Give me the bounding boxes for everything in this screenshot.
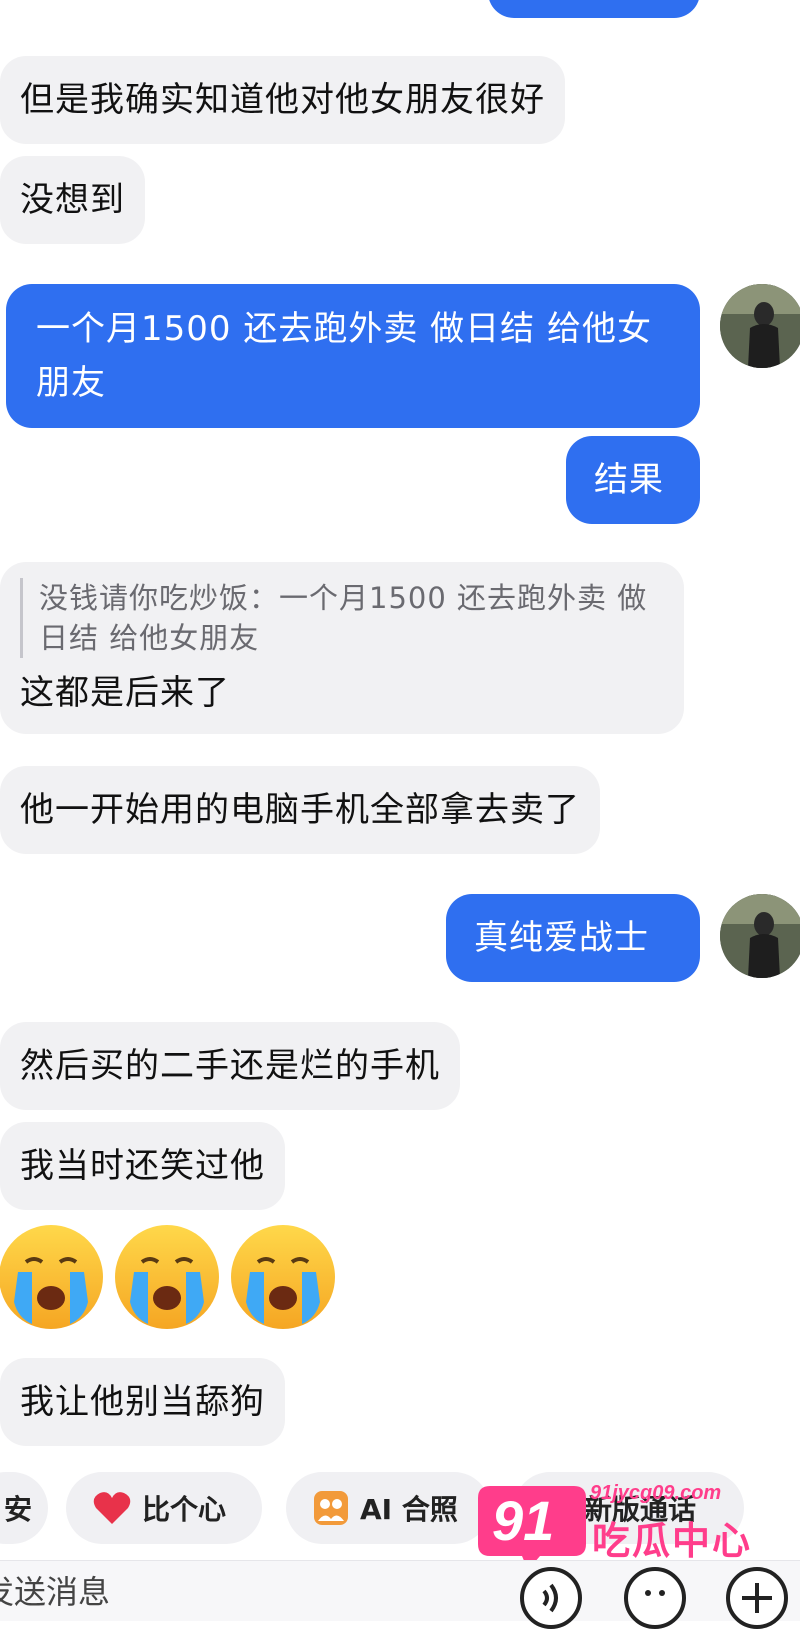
message-text: 我当时还笑过他 <box>20 1146 265 1186</box>
heart-action-label: 比个心 <box>142 1493 227 1526</box>
ai-photo-label: AI 合照 <box>360 1493 458 1526</box>
quoted-reply: 没钱请你吃炒饭：一个月1500 还去跑外卖 做日结 给他女朋友 <box>20 578 664 658</box>
plus-icon <box>742 1583 772 1613</box>
incoming-message-with-quote: 没钱请你吃炒饭：一个月1500 还去跑外卖 做日结 给他女朋友 这都是后来了 <box>0 562 684 734</box>
outgoing-message: 结果 <box>566 436 700 524</box>
voice-wave-icon <box>542 1583 558 1613</box>
message-text: 他一开始用的电脑手机全部拿去卖了 <box>20 790 580 830</box>
incoming-message: 然后买的二手还是烂的手机 <box>0 1022 460 1110</box>
smiley-icon <box>645 1590 665 1596</box>
quick-action-label: 安 <box>3 1493 32 1526</box>
incoming-message: 我当时还笑过他 <box>0 1122 285 1210</box>
user-avatar[interactable] <box>720 894 800 978</box>
incoming-message: 他一开始用的电脑手机全部拿去卖了 <box>0 766 600 854</box>
heart-icon <box>92 1490 132 1526</box>
outgoing-message: 一个月1500 还去跑外卖 做日结 给他女朋友 <box>6 284 700 428</box>
message-input-bar: 发送消息 <box>0 1560 800 1629</box>
ai-photo-icon <box>312 1489 350 1527</box>
outgoing-message: 真纯爱战士 <box>446 894 700 982</box>
incoming-message: 没想到 <box>0 156 145 244</box>
message-text: 一个月1500 还去跑外卖 做日结 给他女朋友 <box>36 309 652 403</box>
message-text: 然后买的二手还是烂的手机 <box>20 1046 440 1086</box>
watermark-name: 吃瓜中心 <box>592 1519 753 1563</box>
message-text: 没想到 <box>20 180 125 220</box>
heart-action-button[interactable]: 比个心 <box>66 1472 262 1544</box>
outgoing-bubble-cutoff <box>488 0 700 18</box>
incoming-message: 我让他别当舔狗 <box>0 1358 285 1446</box>
crying-emoji-icon <box>0 1225 103 1329</box>
ai-photo-button[interactable]: AI 合照 <box>286 1472 490 1544</box>
watermark: 91 91jycg09.com 吃瓜中心 <box>470 1480 770 1572</box>
message-text: 我让他别当舔狗 <box>20 1382 265 1422</box>
crying-emoji-icon <box>231 1225 335 1329</box>
incoming-message: 但是我确实知道他对他女朋友很好 <box>0 56 565 144</box>
message-text: 但是我确实知道他对他女朋友很好 <box>20 80 545 120</box>
watermark-number: 91 <box>492 1489 555 1552</box>
message-input[interactable]: 发送消息 <box>0 1567 110 1613</box>
message-text: 这都是后来了 <box>20 673 230 713</box>
user-avatar[interactable] <box>720 284 800 368</box>
quick-action-partial[interactable]: 安 <box>0 1472 48 1544</box>
message-text: 结果 <box>594 460 664 500</box>
crying-emoji-icon <box>115 1225 219 1329</box>
watermark-domain: 91jycg09.com <box>590 1482 722 1504</box>
message-text: 真纯爱战士 <box>474 918 649 958</box>
